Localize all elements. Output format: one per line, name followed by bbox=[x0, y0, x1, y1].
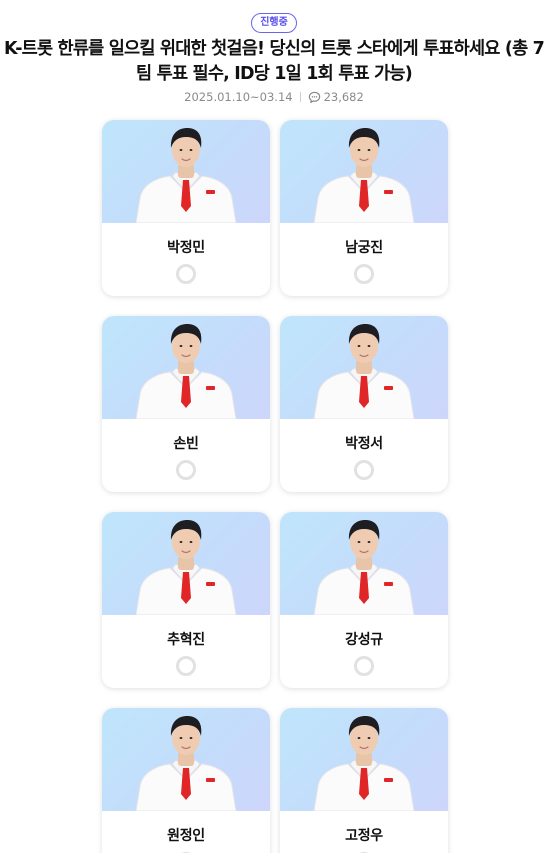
status-badge: 진행중 bbox=[251, 13, 297, 33]
candidate-card-2[interactable]: 남궁진 bbox=[280, 120, 448, 296]
candidate-card-3[interactable]: 손빈 bbox=[102, 316, 270, 492]
page-title: K-트롯 한류를 일으킬 위대한 첫걸음! 당신의 트롯 스타에게 투표하세요 … bbox=[3, 39, 545, 84]
candidate-name: 강성규 bbox=[345, 632, 383, 648]
candidate-photo bbox=[280, 708, 448, 811]
vote-radio[interactable] bbox=[176, 656, 196, 676]
candidate-photo bbox=[102, 316, 270, 419]
candidate-name: 고정우 bbox=[345, 828, 383, 844]
candidate-name: 남궁진 bbox=[345, 240, 383, 256]
vote-radio[interactable] bbox=[354, 264, 374, 284]
candidate-photo bbox=[280, 120, 448, 223]
candidate-name: 원정인 bbox=[167, 828, 205, 844]
candidate-card-5[interactable]: 추혁진 bbox=[102, 512, 270, 688]
candidate-photo bbox=[102, 120, 270, 223]
candidate-card-4[interactable]: 박정서 bbox=[280, 316, 448, 492]
candidate-card-8[interactable]: 고정우 bbox=[280, 708, 448, 853]
candidate-card-1[interactable]: 박정민 bbox=[102, 120, 270, 296]
candidate-card-6[interactable]: 강성규 bbox=[280, 512, 448, 688]
comment-count: 23,682 bbox=[323, 90, 364, 104]
vote-radio[interactable] bbox=[354, 460, 374, 480]
meta-divider bbox=[299, 92, 301, 102]
candidate-photo bbox=[280, 512, 448, 615]
vote-radio[interactable] bbox=[354, 656, 374, 676]
candidate-name: 손빈 bbox=[173, 436, 199, 452]
vote-period: 2025.01.10~03.14 bbox=[184, 90, 293, 104]
vote-radio[interactable] bbox=[176, 264, 196, 284]
comment-icon bbox=[308, 91, 321, 107]
candidate-card-7[interactable]: 원정인 bbox=[102, 708, 270, 853]
candidate-photo bbox=[102, 512, 270, 615]
vote-meta: 2025.01.10~03.14 23,682 bbox=[0, 90, 548, 107]
candidate-name: 박정민 bbox=[167, 240, 205, 256]
candidate-name: 추혁진 bbox=[167, 632, 205, 648]
vote-radio[interactable] bbox=[176, 460, 196, 480]
candidate-photo bbox=[102, 708, 270, 811]
candidate-name: 박정서 bbox=[345, 436, 383, 452]
candidate-photo bbox=[280, 316, 448, 419]
